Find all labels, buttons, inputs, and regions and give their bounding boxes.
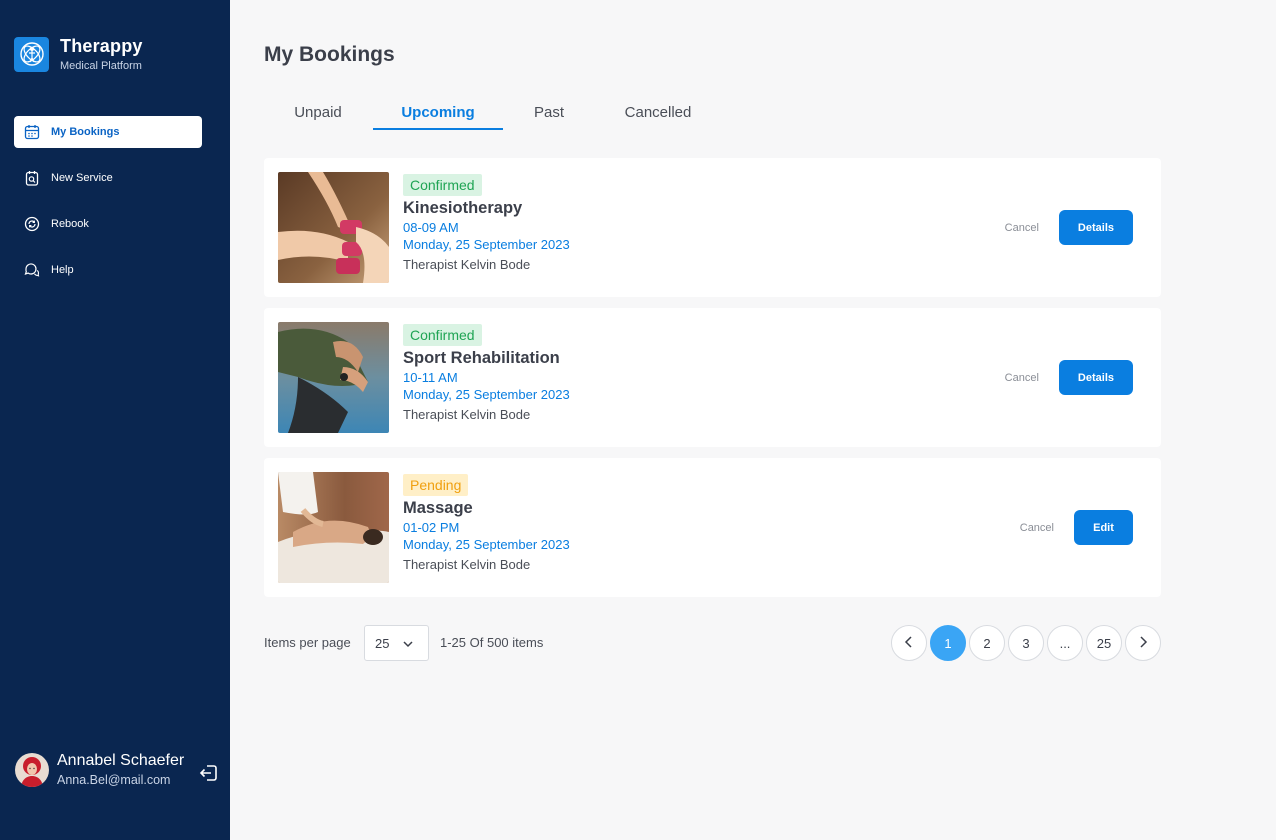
booking-card: Pending Massage 01-02 PM Monday, 25 Sept… [264, 458, 1161, 597]
rebook-icon [24, 216, 40, 232]
brand-name: Therappy [60, 36, 143, 56]
items-per-page-select[interactable]: 25 [364, 625, 429, 661]
details-button[interactable]: Details [1058, 210, 1133, 245]
page-button[interactable]: 1 [930, 625, 966, 661]
next-page-button[interactable] [1125, 625, 1161, 661]
booking-card: Confirmed Kinesiotherapy 08-09 AM Monday… [264, 158, 1161, 297]
sidebar-item-new-service[interactable]: New Service [14, 162, 202, 194]
page-button[interactable]: 2 [969, 625, 1005, 661]
sidebar-item-label: Help [51, 264, 74, 276]
page-button[interactable]: 3 [1008, 625, 1044, 661]
user-profile: Annabel Schaefer Anna.Bel@mail.com [15, 752, 220, 787]
items-per-page-label: Items per page [264, 635, 351, 650]
service-image [278, 172, 389, 283]
booking-time: 10-11 AM [403, 370, 458, 385]
sidebar-item-label: New Service [51, 172, 113, 184]
page-title: My Bookings [264, 43, 395, 66]
logout-icon[interactable] [198, 762, 220, 784]
booking-time: 01-02 PM [403, 520, 460, 535]
user-email: Anna.Bel@mail.com [57, 773, 171, 787]
sidebar: Therappy Medical Platform My Bookings Ne… [0, 0, 230, 840]
therapist-name: Therapist Kelvin Bode [403, 407, 531, 422]
brand: Therappy Medical Platform [14, 36, 143, 72]
page-ellipsis[interactable]: ... [1047, 625, 1083, 661]
cancel-button[interactable]: Cancel [1005, 222, 1039, 234]
chevron-right-icon [1138, 635, 1148, 651]
avatar[interactable] [15, 752, 49, 787]
service-name: Sport Rehabilitation [403, 349, 560, 367]
edit-button[interactable]: Edit [1074, 510, 1133, 545]
tab-cancelled[interactable]: Cancelled [604, 100, 712, 130]
calendar-icon [24, 124, 40, 140]
chevron-down-icon [402, 637, 414, 655]
sidebar-item-rebook[interactable]: Rebook [14, 208, 202, 240]
therapist-name: Therapist Kelvin Bode [403, 557, 531, 572]
status-badge: Pending [403, 474, 469, 496]
tab-upcoming[interactable]: Upcoming [373, 100, 503, 130]
prev-page-button[interactable] [891, 625, 927, 661]
new-service-icon [24, 170, 40, 186]
items-per-page-value: 25 [375, 635, 390, 651]
sidebar-item-help[interactable]: Help [14, 254, 202, 286]
page-button[interactable]: 25 [1086, 625, 1122, 661]
brand-subtitle: Medical Platform [60, 60, 142, 72]
booking-date: Monday, 25 September 2023 [403, 537, 570, 552]
sidebar-nav: My Bookings New Service Rebook Help [14, 116, 202, 300]
sidebar-item-my-bookings[interactable]: My Bookings [14, 116, 202, 148]
tab-unpaid[interactable]: Unpaid [264, 100, 372, 130]
status-badge: Confirmed [403, 324, 482, 346]
help-chat-icon [24, 262, 40, 278]
user-name: Annabel Schaefer [57, 752, 185, 769]
booking-card: Confirmed Sport Rehabilitation 10-11 AM … [264, 308, 1161, 447]
sidebar-item-label: My Bookings [51, 126, 120, 138]
chevron-left-icon [904, 635, 914, 651]
items-range: 1-25 Of 500 items [440, 635, 544, 650]
cancel-button[interactable]: Cancel [1020, 522, 1054, 534]
service-name: Massage [403, 499, 473, 517]
therapist-name: Therapist Kelvin Bode [403, 257, 531, 272]
status-badge: Confirmed [403, 174, 482, 196]
booking-date: Monday, 25 September 2023 [403, 387, 570, 402]
booking-date: Monday, 25 September 2023 [403, 237, 570, 252]
sidebar-item-label: Rebook [51, 218, 89, 230]
service-name: Kinesiotherapy [403, 199, 523, 217]
logo-icon [14, 36, 49, 72]
service-image [278, 322, 389, 433]
tab-past[interactable]: Past [504, 100, 594, 130]
details-button[interactable]: Details [1058, 360, 1133, 395]
service-image [278, 472, 389, 583]
cancel-button[interactable]: Cancel [1005, 372, 1039, 384]
booking-time: 08-09 AM [403, 220, 459, 235]
